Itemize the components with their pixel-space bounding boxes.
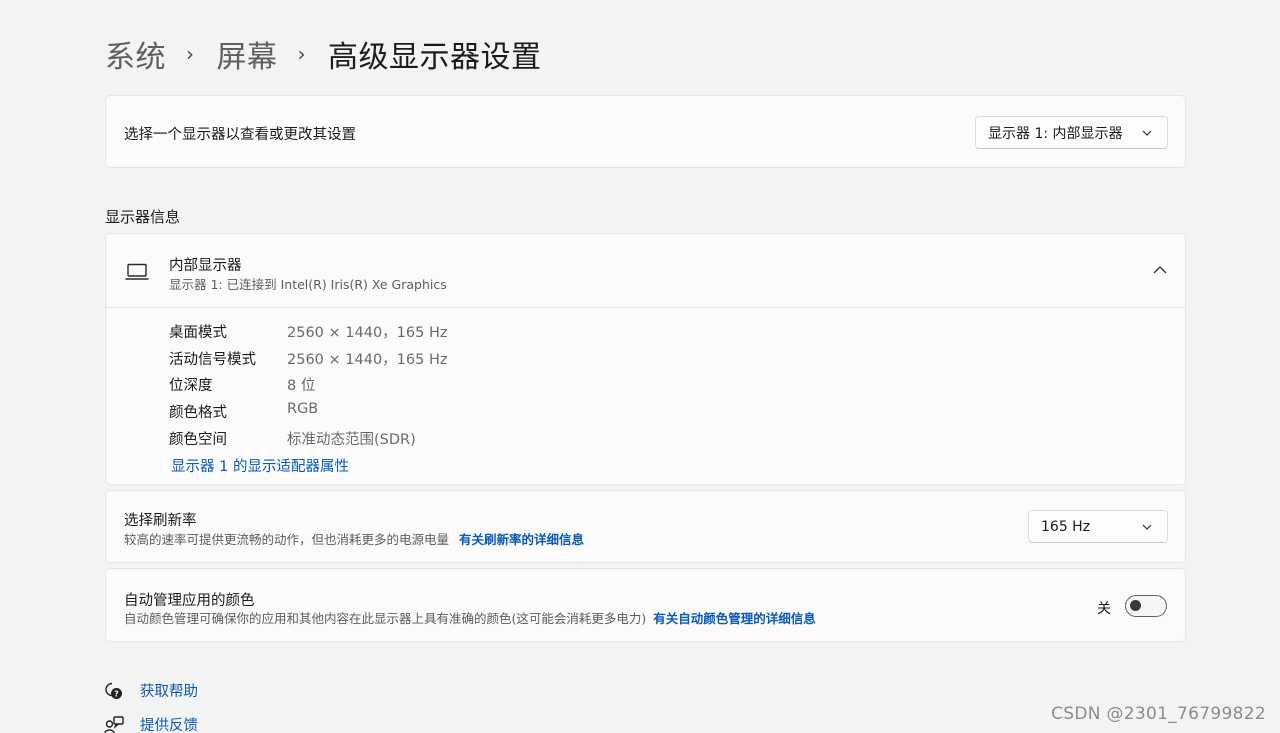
feedback-icon [104,715,124,733]
chevron-down-icon [1142,524,1152,530]
spec-value: RGB [287,401,319,417]
spec-label: 活动信号模式 [169,352,256,368]
laptop-icon [125,263,149,280]
refresh-rate-title: 选择刷新率 [124,513,197,529]
display-select-label: 选择一个显示器以查看或更改其设置 [124,127,356,143]
refresh-rate-value: 165 Hz [1041,518,1091,535]
auto-color-description-text: 自动颜色管理可确保你的应用和其他内容在此显示器上具有准确的颜色(这可能会消耗更多… [124,611,647,626]
spec-label: 位深度 [169,378,213,394]
spec-row: 活动信号模式 2560 × 1440，165 Hz [169,348,447,369]
display-info-card: 内部显示器 显示器 1: 已连接到 Intel(R) Iris(R) Xe Gr… [105,233,1186,485]
auto-color-description: 自动颜色管理可确保你的应用和其他内容在此显示器上具有准确的颜色(这可能会消耗更多… [124,608,816,627]
refresh-rate-card: 选择刷新率 较高的速率可提供更流畅的动作，但也消耗更多的电源电量 有关刷新率的详… [105,490,1186,563]
spec-label: 桌面模式 [169,325,227,341]
refresh-rate-info-link[interactable]: 有关刷新率的详细信息 [459,532,584,547]
chevron-right-icon: › [297,42,306,66]
spec-row: 桌面模式 2560 × 1440，165 Hz [169,321,447,342]
get-help-link[interactable]: ? 获取帮助 [104,680,198,701]
toggle-knob [1130,600,1141,611]
auto-color-toggle[interactable] [1125,595,1167,617]
help-icon: ? [105,682,122,699]
toggle-state-label: 关 [1097,601,1111,617]
watermark: CSDN @2301_76799822 [1051,704,1266,724]
refresh-rate-description-text: 较高的速率可提供更流畅的动作，但也消耗更多的电源电量 [124,532,450,547]
section-label-display-info: 显示器信息 [105,208,181,226]
auto-color-info-link[interactable]: 有关自动颜色管理的详细信息 [653,611,816,626]
adapter-properties-link[interactable]: 显示器 1 的显示适配器属性 [171,455,349,476]
give-feedback-label: 提供反馈 [140,718,198,733]
breadcrumb-item-display[interactable]: 屏幕 [217,32,278,76]
auto-color-card: 自动管理应用的颜色 自动颜色管理可确保你的应用和其他内容在此显示器上具有准确的颜… [105,568,1186,642]
display-select-card: 选择一个显示器以查看或更改其设置 显示器 1: 内部显示器 [105,95,1186,168]
spec-row: 位深度 8 位 [169,374,315,395]
display-info-header[interactable]: 内部显示器 显示器 1: 已连接到 Intel(R) Iris(R) Xe Gr… [106,234,1185,308]
refresh-rate-description: 较高的速率可提供更流畅的动作，但也消耗更多的电源电量 有关刷新率的详细信息 [124,529,584,548]
breadcrumb: 系统 › 屏幕 › 高级显示器设置 [105,32,542,76]
spec-value: 标准动态范围(SDR) [287,432,416,448]
chevron-right-icon: › [186,42,195,66]
display-info-title: 内部显示器 [169,258,242,274]
auto-color-title: 自动管理应用的颜色 [124,593,255,609]
display-select-value: 显示器 1: 内部显示器 [988,125,1123,142]
page-title: 高级显示器设置 [328,40,542,75]
spec-label: 颜色格式 [169,405,227,421]
spec-value: 2560 × 1440，165 Hz [287,352,448,368]
display-select-dropdown[interactable]: 显示器 1: 内部显示器 [975,116,1168,149]
spec-row: 颜色空间 标准动态范围(SDR) [169,428,416,449]
svg-text:?: ? [114,689,119,698]
chevron-up-icon[interactable] [1153,264,1167,276]
spec-value: 8 位 [287,378,316,394]
refresh-rate-dropdown[interactable]: 165 Hz [1028,510,1168,543]
spec-label: 颜色空间 [169,432,227,448]
give-feedback-link[interactable]: 提供反馈 [104,714,198,733]
breadcrumb-item-system[interactable]: 系统 [105,32,166,76]
display-info-subtitle: 显示器 1: 已连接到 Intel(R) Iris(R) Xe Graphics [169,277,447,292]
spec-row: 颜色格式 RGB [169,401,318,422]
chevron-down-icon [1142,130,1152,136]
get-help-label: 获取帮助 [140,684,198,700]
spec-value: 2560 × 1440，165 Hz [287,325,448,341]
